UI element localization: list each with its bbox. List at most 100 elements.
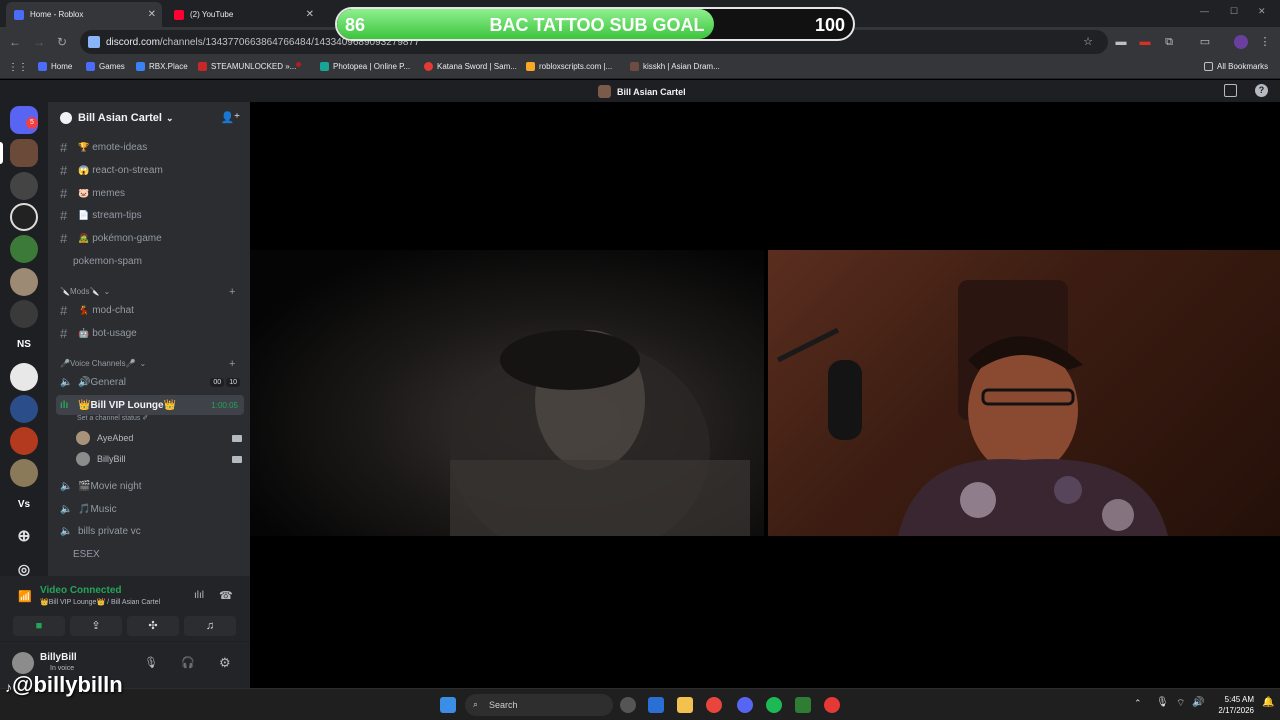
voice-channel-bills-private-vc[interactable]: 🔈 bills private vc bbox=[56, 521, 244, 541]
bookmark-red-dot[interactable] bbox=[296, 62, 305, 67]
disconnect-icon[interactable]: ☎ bbox=[219, 589, 233, 602]
channel-mod-chat[interactable]: # 💃 mod-chat bbox=[56, 300, 244, 320]
server-icon[interactable] bbox=[10, 172, 38, 200]
bookmark-star-icon[interactable]: ☆ bbox=[1081, 35, 1095, 49]
inbox-icon[interactable] bbox=[1224, 84, 1237, 97]
server-icon[interactable] bbox=[10, 363, 38, 391]
help-icon[interactable]: ? bbox=[1255, 84, 1268, 97]
video-camera-button[interactable]: ■ bbox=[13, 616, 65, 636]
chevron-up-icon[interactable]: ⌃ bbox=[1134, 698, 1142, 709]
system-clock[interactable]: 5:45 AM 2/17/2026 bbox=[1210, 694, 1254, 716]
server-icon[interactable] bbox=[10, 459, 38, 487]
channel-emote-ideas[interactable]: # 🏆 emote-ideas bbox=[56, 137, 244, 157]
all-bookmarks[interactable]: All Bookmarks bbox=[1204, 62, 1268, 71]
server-icon[interactable] bbox=[10, 235, 38, 263]
channel-pokemon-game[interactable]: # 🧟 pokémon-game bbox=[56, 228, 244, 248]
voice-channel-esex[interactable]: ESEX bbox=[56, 544, 244, 564]
chrome-icon[interactable] bbox=[706, 697, 722, 713]
category-mods[interactable]: 🔪Mods🔪 ⌄ + bbox=[60, 286, 235, 298]
add-channel-icon[interactable]: + bbox=[229, 286, 235, 298]
voice-channel-movie-night[interactable]: 🔈 🎬Movie night bbox=[56, 476, 244, 496]
voice-channel-music[interactable]: 🔈 🎵Music bbox=[56, 499, 244, 519]
windows-start-icon[interactable] bbox=[440, 697, 456, 713]
reload-icon[interactable]: ↻ bbox=[57, 35, 67, 49]
server-icon[interactable] bbox=[10, 427, 38, 455]
wifi-icon[interactable]: ⌔ bbox=[1176, 697, 1185, 710]
signal-icon[interactable]: 📶 bbox=[18, 590, 32, 603]
activities-button[interactable]: ✣ bbox=[127, 616, 179, 636]
channel-memes[interactable]: # 🐷 memes bbox=[56, 183, 244, 203]
spotify-icon[interactable] bbox=[766, 697, 782, 713]
category-voice-channels[interactable]: 🎤Voice Channels🎤 ⌄ + bbox=[60, 358, 235, 370]
back-icon[interactable]: ← bbox=[9, 35, 21, 49]
server-bill-asian-cartel[interactable] bbox=[10, 139, 38, 167]
notification-bell-icon[interactable]: 🔔 bbox=[1262, 697, 1274, 708]
server-header[interactable]: Bill Asian Cartel ⌄ 👤⁺ bbox=[48, 102, 250, 134]
video-tile-ayeabed[interactable] bbox=[250, 250, 764, 536]
bookmark-robloxscripts[interactable]: robloxscripts.com |... bbox=[526, 62, 612, 71]
side-panel-icon[interactable]: ▭ bbox=[1198, 35, 1212, 49]
channel-status[interactable]: Set a channel status ✐ bbox=[77, 414, 148, 422]
file-explorer-icon[interactable] bbox=[677, 697, 693, 713]
bookmark-photopea[interactable]: Photopea | Online P... bbox=[320, 62, 410, 71]
speaker-icon: 🔈 bbox=[60, 480, 73, 492]
menu-kebab-icon[interactable]: ⋮ bbox=[1258, 35, 1272, 49]
screen-share-button[interactable]: ⇪ bbox=[70, 616, 122, 636]
voice-member-billybill[interactable]: BillyBill bbox=[76, 450, 242, 468]
video-tile-billybill[interactable] bbox=[768, 250, 1280, 536]
extension-icon[interactable]: ▬ bbox=[1114, 35, 1128, 49]
call-timer: 1:00:05 bbox=[211, 400, 238, 410]
close-tab-icon[interactable]: ✕ bbox=[306, 9, 314, 20]
extensions-puzzle-icon[interactable]: ⧉ bbox=[1162, 35, 1176, 49]
soundboard-button[interactable]: ♫ bbox=[184, 616, 236, 636]
bookmark-steamunlocked[interactable]: STEAMUNLOCKED »... bbox=[198, 62, 296, 71]
extension-red-icon[interactable]: ▬ bbox=[1138, 35, 1152, 49]
server-ns[interactable]: NS bbox=[10, 331, 38, 359]
server-icon[interactable] bbox=[10, 203, 38, 231]
bookmark-games[interactable]: Games bbox=[86, 62, 125, 71]
discord-taskbar-icon[interactable] bbox=[737, 697, 753, 713]
opera-icon[interactable] bbox=[824, 697, 840, 713]
window-title: Bill Asian Cartel bbox=[598, 85, 686, 98]
taskbar-search[interactable]: ⌕ Search bbox=[465, 694, 613, 716]
add-channel-icon[interactable]: + bbox=[229, 358, 235, 370]
channel-stream-tips[interactable]: # 📄 stream-tips bbox=[56, 205, 244, 225]
microphone-icon[interactable]: 🎙 bbox=[144, 656, 158, 669]
tab-youtube[interactable]: (2) YouTube ✕ bbox=[166, 2, 320, 27]
volume-icon[interactable]: 🔊 bbox=[1192, 697, 1204, 708]
bookmark-kisskh[interactable]: kisskh | Asian Dram... bbox=[630, 62, 720, 71]
store-icon[interactable] bbox=[648, 697, 664, 713]
add-server-icon[interactable]: ⊕ bbox=[10, 523, 38, 551]
bookmark-home[interactable]: Home bbox=[38, 62, 72, 71]
avatar[interactable] bbox=[12, 652, 34, 674]
microphone-tray-icon[interactable]: 🎙 bbox=[1156, 697, 1169, 708]
minimize-icon[interactable]: — bbox=[1200, 6, 1209, 16]
profile-avatar[interactable] bbox=[1234, 35, 1248, 49]
voice-channel-general[interactable]: 🔈 🔊General 00 10 bbox=[56, 372, 244, 392]
close-tab-icon[interactable]: ✕ bbox=[148, 9, 156, 20]
apps-grid-icon[interactable]: ⋮⋮ bbox=[8, 62, 28, 73]
forward-icon[interactable]: → bbox=[33, 35, 45, 49]
channel-react-on-stream[interactable]: # 😱 react-on-stream bbox=[56, 160, 244, 180]
invite-people-icon[interactable]: 👤⁺ bbox=[220, 111, 240, 124]
tab-roblox[interactable]: Home - Roblox ✕ bbox=[6, 2, 162, 27]
mouse-icon[interactable] bbox=[620, 697, 636, 713]
app-icon[interactable] bbox=[795, 697, 811, 713]
noise-suppression-icon[interactable]: ılıl bbox=[194, 590, 204, 601]
channel-pokemon-spam[interactable]: pokemon-spam bbox=[56, 251, 244, 271]
settings-gear-icon[interactable]: ⚙ bbox=[219, 655, 231, 671]
site-info-icon[interactable] bbox=[88, 36, 100, 48]
headphones-icon[interactable]: 🎧 bbox=[181, 656, 195, 669]
bookmark-rbxplace[interactable]: RBX.Place bbox=[136, 62, 188, 71]
maximize-icon[interactable]: ☐ bbox=[1230, 6, 1238, 17]
server-icon[interactable] bbox=[10, 268, 38, 296]
close-window-icon[interactable]: ✕ bbox=[1258, 6, 1266, 17]
server-icon[interactable] bbox=[10, 300, 38, 328]
server-vs[interactable]: Vs bbox=[10, 491, 38, 519]
server-icon[interactable] bbox=[10, 395, 38, 423]
bookmark-katana[interactable]: Katana Sword | Sam... bbox=[424, 62, 517, 71]
channel-bot-usage[interactable]: # 🤖 bot-usage bbox=[56, 323, 244, 343]
voice-location[interactable]: 👑Bill VIP Lounge👑 / Bill Asian Cartel bbox=[40, 598, 160, 606]
voice-channel-bill-vip-lounge[interactable]: ılı 👑Bill VIP Lounge👑 1:00:05 bbox=[56, 395, 244, 415]
voice-member-ayeabed[interactable]: AyeAbed bbox=[76, 429, 242, 447]
